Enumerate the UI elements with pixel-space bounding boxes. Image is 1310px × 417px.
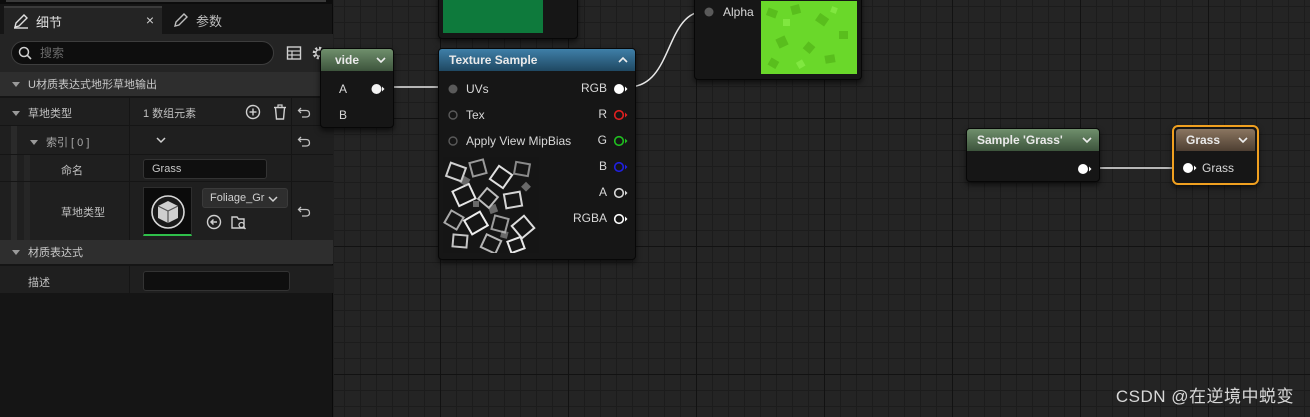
name-field[interactable]: Grass <box>143 159 267 179</box>
asset-picker-combo[interactable]: Foliage_Gr <box>202 188 288 208</box>
search-icon <box>18 46 32 60</box>
pin-g-label: G <box>597 133 607 147</box>
watermark: CSDN @在逆境中蜕变 <box>1115 387 1294 406</box>
output-pin-icon[interactable] <box>613 187 629 199</box>
pin-alpha-label: Alpha <box>723 5 754 19</box>
input-pin-icon[interactable] <box>447 135 459 147</box>
chevron-down-icon[interactable] <box>11 107 21 121</box>
blend-node[interactable]: Alpha <box>694 0 862 80</box>
index-0-row: 索引 [ 0 ] <box>0 125 333 154</box>
output-pin-icon[interactable] <box>613 135 629 147</box>
output-pin-icon[interactable] <box>613 213 629 225</box>
add-element-icon[interactable] <box>245 104 261 120</box>
output-pin-icon[interactable] <box>613 109 629 121</box>
index-label: 索引 [ 0 ] <box>46 137 90 149</box>
output-pin-icon[interactable] <box>371 83 385 95</box>
tab-details[interactable]: 细节 × <box>4 6 162 34</box>
details-panel: 细节 × 参数 U材质表达式地形草地输出 草地类型 1 数组元素 <box>0 0 333 417</box>
sample-grass-node[interactable]: Sample 'Grass' <box>966 128 1100 182</box>
pin-tex-label: Tex <box>466 108 485 122</box>
panel-top-bar <box>0 0 333 4</box>
cube-icon <box>151 195 185 229</box>
pin-b-label: B <box>339 108 348 122</box>
chevron-down-icon[interactable] <box>29 136 39 150</box>
pin-r-label: R <box>598 107 607 121</box>
color-preview <box>443 0 543 33</box>
sample-grass-title: Sample 'Grass' <box>967 129 1099 151</box>
search-box[interactable] <box>11 41 274 65</box>
texture-preview <box>443 157 539 253</box>
tab-details-label: 细节 <box>36 14 63 30</box>
grass-types-row: 草地类型 1 数组元素 <box>0 97 333 125</box>
output-pin-icon[interactable] <box>1077 163 1093 175</box>
pin-rgb-label: RGB <box>580 81 607 95</box>
grass-type-label: 草地类型 <box>61 207 105 219</box>
asset-name: Foliage_Gr <box>210 192 265 204</box>
pin-a-label: A <box>598 185 607 199</box>
close-icon[interactable]: × <box>146 12 154 28</box>
input-pin-icon[interactable] <box>447 109 459 121</box>
green-texture-preview <box>761 1 857 74</box>
pencil-icon <box>172 11 190 29</box>
output-pin-icon[interactable] <box>613 161 629 173</box>
chevron-down-icon[interactable] <box>155 134 167 146</box>
section-landscape-grass-output[interactable]: U材质表达式地形草地输出 <box>0 72 333 96</box>
asset-thumbnail[interactable] <box>143 187 192 236</box>
chevron-down-icon <box>267 193 279 205</box>
input-pin-icon[interactable] <box>703 6 715 18</box>
divide-node[interactable]: vide A B <box>320 48 394 128</box>
grass-type-asset-row: 草地类型 Foliage_Gr <box>0 181 333 240</box>
input-pin-icon[interactable] <box>447 83 459 95</box>
texture-sample-node[interactable]: Texture Sample UVs Tex Apply View MipBia… <box>438 48 636 260</box>
description-field[interactable] <box>143 271 290 291</box>
reset-arrow-icon[interactable] <box>297 134 311 148</box>
grass-output-node[interactable]: Grass Grass <box>1172 125 1259 185</box>
section-title: 材质表达式 <box>28 247 83 259</box>
tab-parameters-label: 参数 <box>196 13 223 29</box>
pin-rgba-label: RGBA <box>572 211 607 225</box>
search-row <box>0 34 333 72</box>
pin-a-label: A <box>339 82 348 96</box>
section-title: U材质表达式地形草地输出 <box>28 79 157 91</box>
description-label: 描述 <box>28 277 50 289</box>
pin-uvs-label: UVs <box>466 82 489 96</box>
pencil-icon <box>12 12 30 30</box>
reset-arrow-icon[interactable] <box>297 105 311 119</box>
trash-icon[interactable] <box>272 104 288 120</box>
pin-mipbias-label: Apply View MipBias <box>466 134 572 148</box>
name-row: 命名 Grass <box>0 154 333 181</box>
array-count: 1 数组元素 <box>143 108 197 120</box>
chevron-down-icon[interactable] <box>1081 134 1093 146</box>
constant-color-node[interactable] <box>438 0 578 39</box>
chevron-down-icon <box>11 79 21 89</box>
browse-folder-icon[interactable] <box>230 213 248 231</box>
chevron-down-icon <box>11 247 21 257</box>
chevron-down-icon[interactable] <box>1237 134 1249 146</box>
pin-b-label: B <box>598 159 607 173</box>
section-material-expression[interactable]: 材质表达式 <box>0 240 333 264</box>
material-graph-canvas[interactable]: vide A B Texture Sample UVs Tex Apply Vi… <box>320 0 1310 417</box>
chevron-down-icon[interactable] <box>375 54 387 66</box>
pin-grass-label: Grass <box>1202 161 1235 175</box>
grass-types-label: 草地类型 <box>28 108 72 120</box>
use-selected-arrow-icon[interactable] <box>206 214 222 230</box>
table-view-icon[interactable] <box>286 45 302 61</box>
chevron-up-icon[interactable] <box>617 54 629 66</box>
output-pin-icon[interactable] <box>613 83 629 95</box>
reset-arrow-icon[interactable] <box>297 204 311 218</box>
description-row: 描述 <box>0 265 333 293</box>
input-pin-icon[interactable] <box>1182 162 1198 174</box>
tab-parameters[interactable]: 参数 <box>166 6 326 34</box>
search-input[interactable] <box>40 45 260 61</box>
name-label: 命名 <box>61 165 83 177</box>
texture-sample-title: Texture Sample <box>439 49 635 71</box>
